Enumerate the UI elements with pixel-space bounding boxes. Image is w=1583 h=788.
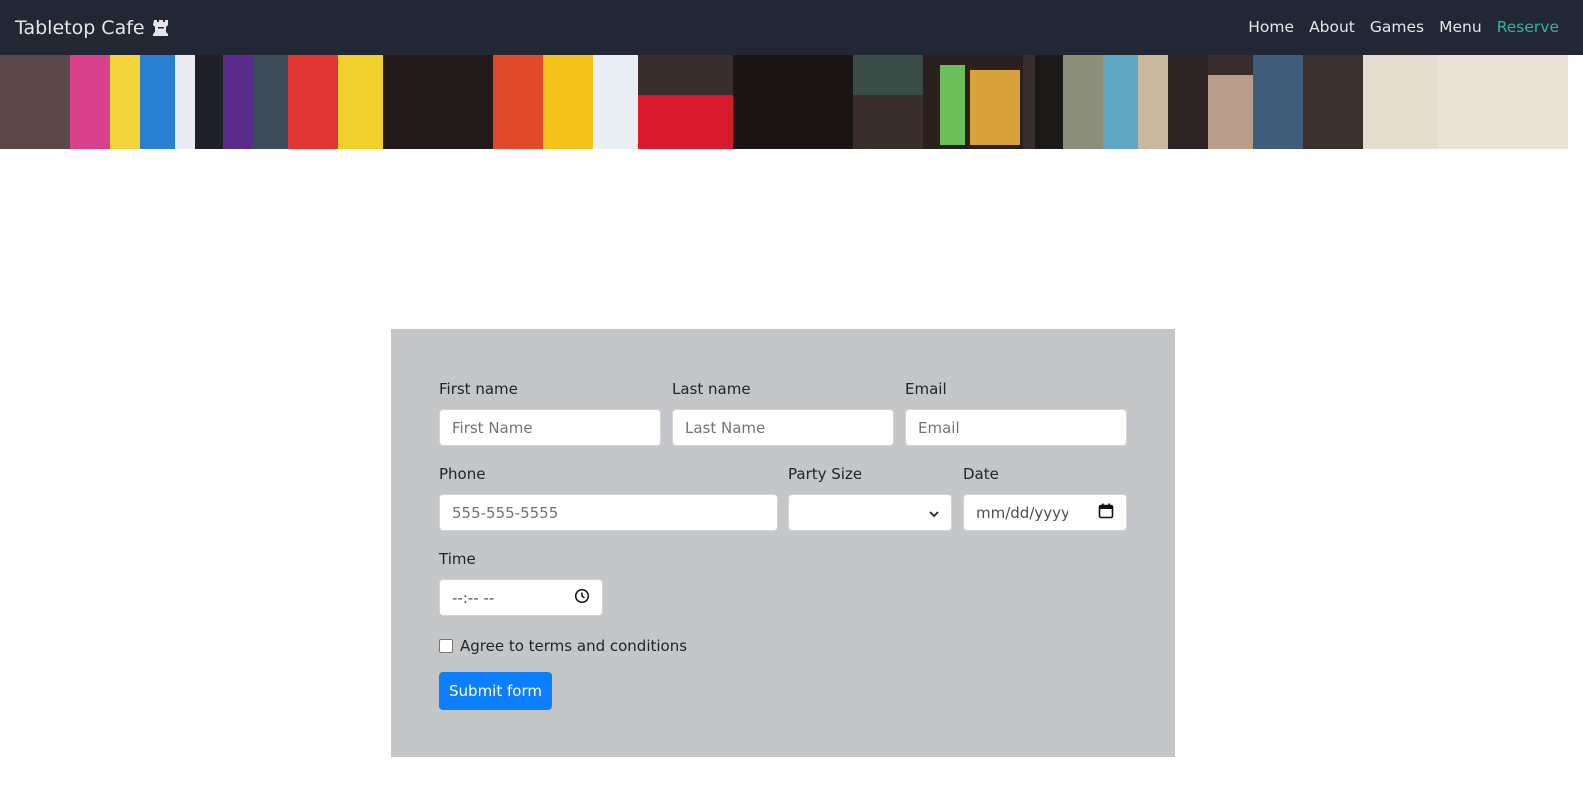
- nav-about-link[interactable]: About: [1309, 17, 1355, 37]
- time-placeholder: --:-- --: [452, 588, 495, 607]
- date-placeholder: mm/dd/yyyy: [976, 503, 1068, 522]
- email-input[interactable]: [905, 409, 1127, 446]
- terms-label: Agree to terms and conditions: [460, 637, 688, 655]
- chevron-down-icon: [929, 504, 939, 522]
- clock-icon[interactable]: [574, 588, 590, 608]
- nav-reserve-link[interactable]: Reserve: [1497, 17, 1559, 37]
- nav-games-link[interactable]: Games: [1370, 17, 1424, 37]
- party-size-label: Party Size: [788, 465, 863, 483]
- nav-home-link[interactable]: Home: [1248, 17, 1294, 37]
- brand-logo-link[interactable]: Tabletop Cafe: [15, 15, 169, 43]
- time-label: Time: [439, 550, 476, 568]
- date-label: Date: [963, 465, 999, 483]
- submit-form-button[interactable]: Submit form: [439, 672, 552, 710]
- last-name-input[interactable]: [672, 409, 894, 446]
- last-name-label: Last name: [672, 380, 751, 398]
- time-input[interactable]: --:-- --: [439, 579, 603, 616]
- phone-input[interactable]: [439, 494, 778, 531]
- email-label: Email: [905, 380, 947, 398]
- reservation-form: First name Last name Email Phone Party S…: [391, 329, 1175, 757]
- calendar-icon[interactable]: [1098, 503, 1114, 523]
- terms-checkbox[interactable]: [439, 639, 453, 653]
- date-input[interactable]: mm/dd/yyyy: [963, 494, 1127, 531]
- nav-menu-link[interactable]: Menu: [1439, 17, 1482, 37]
- terms-row: Agree to terms and conditions: [439, 636, 687, 656]
- party-size-select[interactable]: [788, 494, 952, 531]
- brand-name: Tabletop Cafe: [15, 17, 145, 39]
- page-scrollbar[interactable]: [1568, 55, 1583, 788]
- first-name-input[interactable]: [439, 409, 661, 446]
- main-nav: Home About Games Menu Reserve: [1233, 17, 1559, 37]
- first-name-label: First name: [439, 380, 518, 398]
- phone-label: Phone: [439, 465, 486, 483]
- rook-icon: [152, 17, 169, 43]
- navbar: Tabletop Cafe Home About Games Menu Rese…: [0, 0, 1583, 55]
- board-game-shelf-banner: [0, 55, 1568, 149]
